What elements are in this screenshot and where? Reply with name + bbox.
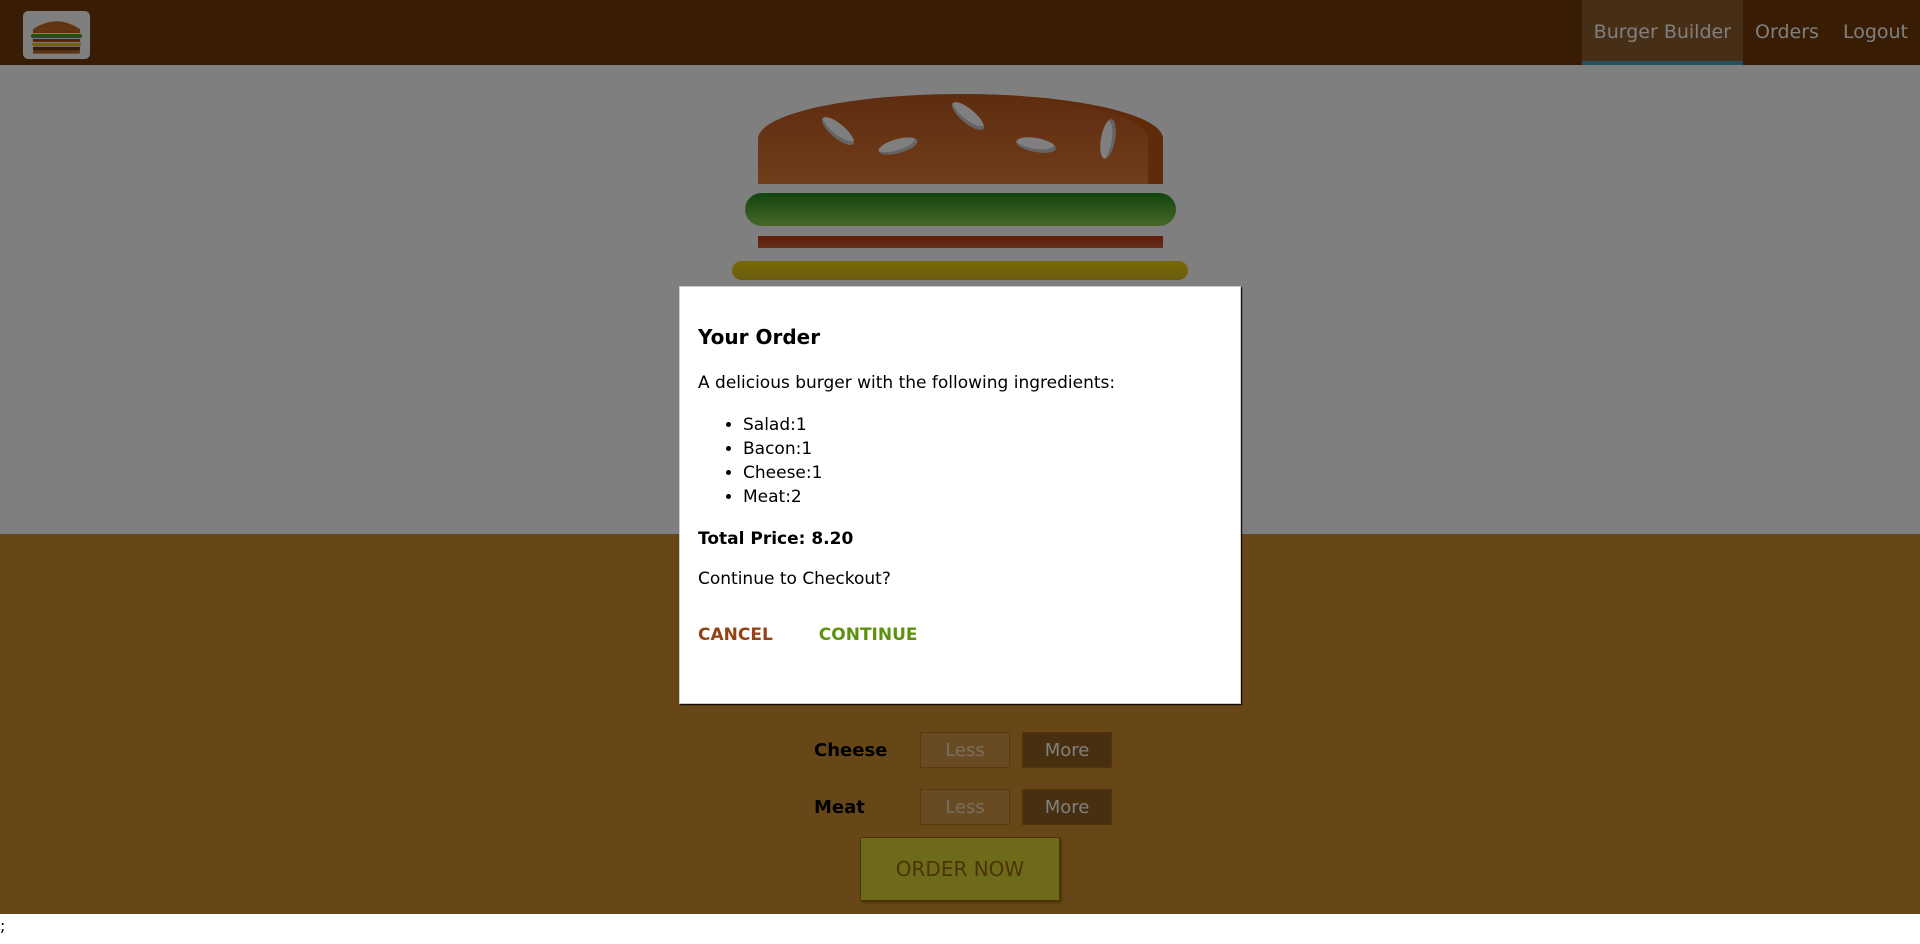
checkout-question: Continue to Checkout? bbox=[698, 569, 891, 589]
ingredient-list: Salad:1 Bacon:1 Cheese:1 Meat:2 bbox=[698, 413, 1222, 509]
modal-actions: CANCEL CONTINUE bbox=[698, 625, 1222, 645]
continue-button[interactable]: CONTINUE bbox=[819, 625, 918, 645]
ingredient-item: Bacon:1 bbox=[743, 437, 1222, 461]
order-summary-modal: Your Order A delicious burger with the f… bbox=[679, 286, 1241, 704]
total-price: Total Price: 8.20 bbox=[698, 529, 854, 549]
ingredient-item: Cheese:1 bbox=[743, 461, 1222, 485]
order-intro: A delicious burger with the following in… bbox=[698, 373, 1116, 393]
modal-title: Your Order bbox=[698, 325, 821, 349]
ingredient-item: Meat:2 bbox=[743, 485, 1222, 509]
ingredient-item: Salad:1 bbox=[743, 413, 1222, 437]
cancel-button[interactable]: CANCEL bbox=[698, 625, 773, 645]
footer-text: ; bbox=[0, 916, 6, 935]
